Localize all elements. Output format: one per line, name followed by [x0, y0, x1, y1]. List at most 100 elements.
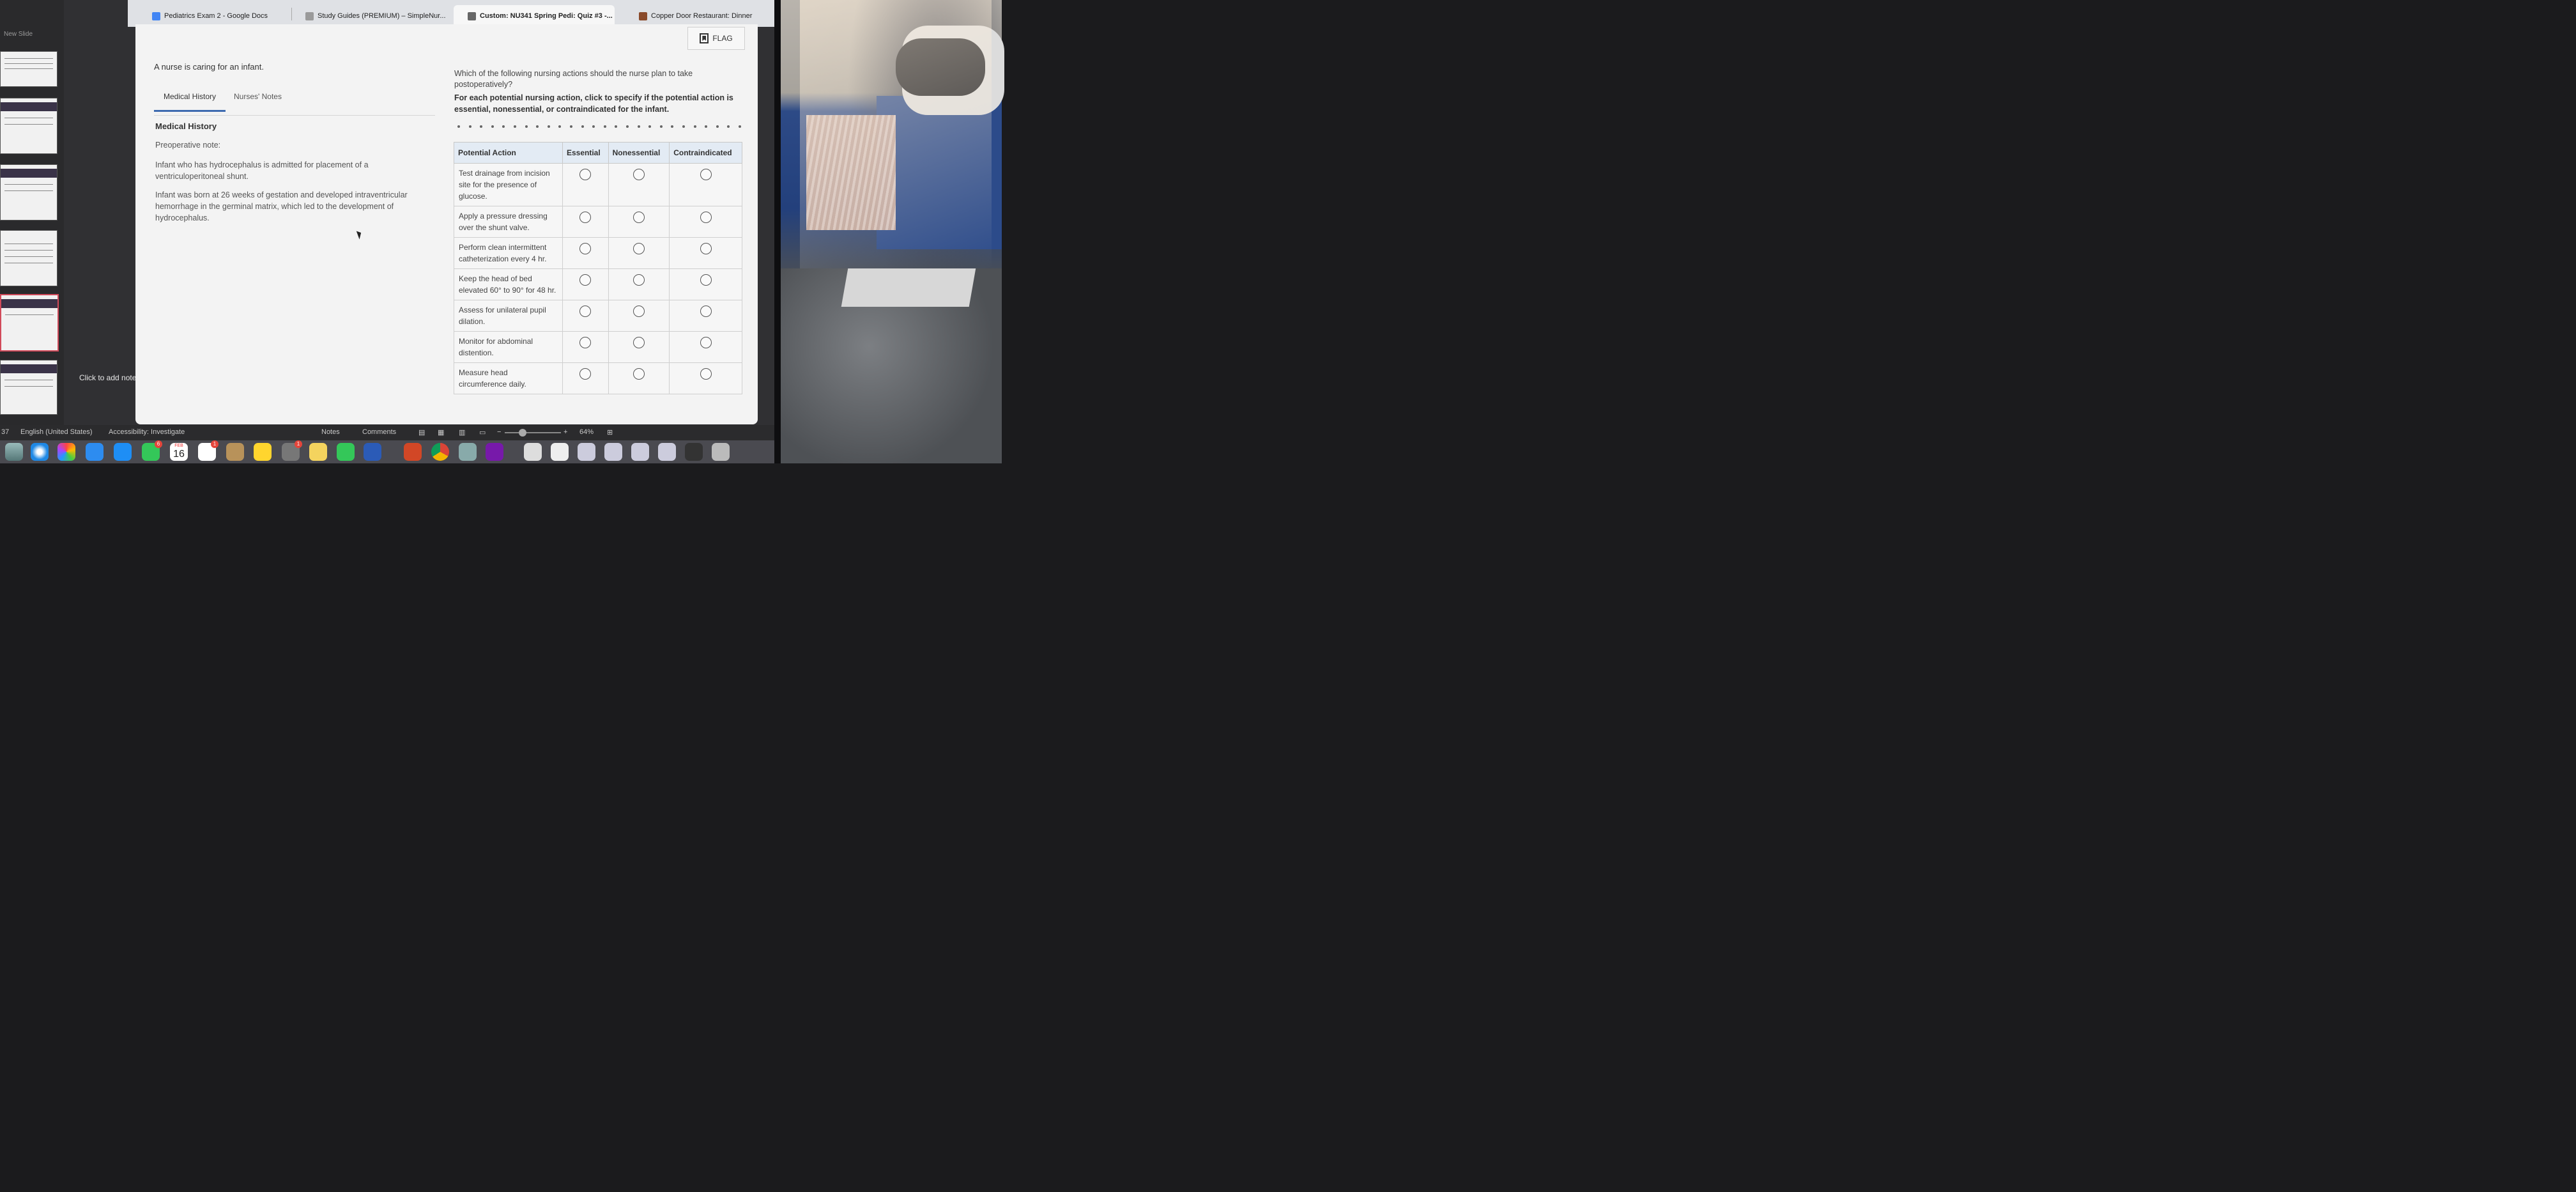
comments-button[interactable]: Comments — [362, 428, 396, 436]
table-row: Measure head circumference daily. — [454, 362, 742, 394]
calendar-icon[interactable]: FEB 16 — [170, 443, 188, 461]
potential-action-text: Test drainage from incision site for the… — [454, 163, 563, 206]
history-paragraph: Infant was born at 26 weeks of gestation… — [155, 190, 408, 222]
recent-document-icon[interactable] — [604, 443, 622, 461]
bookmark-flag-icon — [700, 33, 709, 43]
powerpoint-icon[interactable] — [404, 443, 422, 461]
preview-icon[interactable] — [459, 443, 477, 461]
nonessential-radio[interactable] — [632, 368, 645, 380]
reading-view-icon[interactable]: ▥ — [459, 428, 465, 437]
slide-thumbnail[interactable] — [0, 360, 57, 415]
recent-document-icon[interactable] — [685, 443, 703, 461]
table-row: Assess for unilateral pupil dilation. — [454, 300, 742, 332]
app-store-icon[interactable] — [114, 443, 132, 461]
contraindicated-radio[interactable] — [700, 169, 712, 180]
divider-dot — [671, 125, 674, 128]
stickies-icon[interactable] — [309, 443, 327, 461]
new-slide-button[interactable]: New Slide — [4, 31, 33, 38]
tab-nu341-quiz[interactable]: Custom: NU341 Spring Pedi: Quiz #3 -... — [454, 5, 615, 27]
safari-icon[interactable] — [31, 443, 49, 461]
normal-view-icon[interactable]: ▤ — [418, 428, 425, 437]
notes-app-icon[interactable] — [254, 443, 272, 461]
click-to-add-notes[interactable]: Click to add note — [79, 373, 136, 382]
contraindicated-radio[interactable] — [700, 274, 712, 286]
nonessential-radio[interactable] — [632, 212, 645, 223]
notes-button[interactable]: Notes — [321, 428, 340, 436]
essential-cell — [562, 300, 609, 332]
nonessential-radio[interactable] — [632, 274, 645, 286]
essential-radio[interactable] — [579, 243, 592, 254]
essential-radio[interactable] — [579, 274, 592, 286]
recent-document-icon[interactable] — [658, 443, 676, 461]
recent-document-icon[interactable] — [524, 443, 542, 461]
slideshow-icon[interactable]: ▭ — [479, 428, 486, 437]
slide-thumbnail[interactable] — [0, 98, 57, 154]
zoom-slider[interactable] — [505, 432, 561, 433]
divider-dot — [558, 125, 562, 128]
background-room-photo — [781, 0, 1004, 463]
nonessential-cell — [608, 237, 670, 269]
divider-dot — [570, 125, 572, 128]
zoom-slider-handle[interactable] — [519, 429, 526, 437]
mail-icon[interactable] — [86, 443, 103, 461]
potential-action-text: Monitor for abdominal distention. — [454, 331, 563, 363]
slide-sorter-icon[interactable]: ▦ — [438, 428, 444, 437]
reminders-icon[interactable]: 1 — [198, 440, 218, 461]
onenote-icon[interactable] — [486, 443, 503, 461]
photos-icon[interactable] — [57, 443, 75, 461]
nonessential-radio[interactable] — [632, 243, 645, 254]
essential-radio[interactable] — [579, 306, 592, 317]
nonessential-radio[interactable] — [632, 306, 645, 317]
notification-badge: 6 — [155, 440, 162, 448]
tab-nurses-notes[interactable]: Nurses' Notes — [224, 92, 291, 110]
contraindicated-radio[interactable] — [700, 337, 712, 348]
recent-document-icon[interactable] — [578, 443, 595, 461]
trash-icon[interactable] — [712, 443, 730, 461]
divider-dot — [648, 125, 652, 128]
slide-thumbnail[interactable] — [0, 230, 57, 286]
zoom-out-icon[interactable]: − — [497, 428, 501, 436]
slide-thumbnail[interactable] — [0, 164, 57, 221]
essential-cell — [562, 331, 609, 363]
tab-study-guides[interactable]: Study Guides (PREMIUM) – SimpleNur... — [281, 5, 454, 27]
facetime-icon[interactable]: 6 — [142, 440, 162, 461]
accessibility-status[interactable]: Accessibility: Investigate — [109, 428, 185, 436]
tab-pediatrics-exam[interactable]: Pediatrics Exam 2 - Google Docs — [128, 5, 291, 27]
tab-medical-history[interactable]: Medical History — [154, 92, 226, 112]
zoom-level[interactable]: 64% — [579, 428, 594, 436]
messages-icon[interactable] — [337, 443, 355, 461]
recent-document-icon[interactable] — [631, 443, 649, 461]
contacts-icon[interactable] — [226, 443, 244, 461]
restaurant-icon — [639, 12, 647, 20]
essential-radio[interactable] — [579, 212, 592, 223]
flag-button[interactable]: FLAG — [687, 27, 745, 50]
divider-dot — [682, 125, 685, 128]
launchpad-icon[interactable] — [5, 443, 23, 461]
chrome-icon[interactable] — [431, 443, 449, 461]
nonessential-radio[interactable] — [632, 169, 645, 180]
contraindicated-radio[interactable] — [700, 243, 712, 254]
essential-radio[interactable] — [579, 368, 592, 380]
essential-radio[interactable] — [579, 337, 592, 348]
essential-radio[interactable] — [579, 169, 592, 180]
fit-to-window-icon[interactable]: ⊞ — [607, 428, 613, 437]
slide-thumbnail[interactable] — [0, 51, 57, 87]
essential-cell — [562, 362, 609, 394]
simplenursing-icon — [305, 12, 314, 20]
question-instruction: For each potential nursing action, click… — [454, 93, 733, 114]
tab-copper-door[interactable]: Copper Door Restaurant: Dinner — [615, 5, 774, 27]
slide-count: 37 — [1, 428, 10, 436]
word-icon[interactable] — [364, 443, 381, 461]
preop-label: Preoperative note: — [155, 141, 221, 150]
contraindicated-radio[interactable] — [700, 212, 712, 223]
language-indicator[interactable]: English (United States) — [20, 428, 93, 436]
contraindicated-radio[interactable] — [700, 306, 712, 317]
divider-dot — [480, 125, 483, 128]
nonessential-radio[interactable] — [632, 337, 645, 348]
zoom-in-icon[interactable]: + — [564, 428, 567, 436]
slide-thumbnail-selected[interactable] — [0, 294, 59, 352]
contraindicated-radio[interactable] — [700, 368, 712, 380]
recent-document-icon[interactable] — [551, 443, 569, 461]
system-settings-icon[interactable]: 1 — [282, 440, 302, 461]
divider-dot — [705, 125, 708, 128]
